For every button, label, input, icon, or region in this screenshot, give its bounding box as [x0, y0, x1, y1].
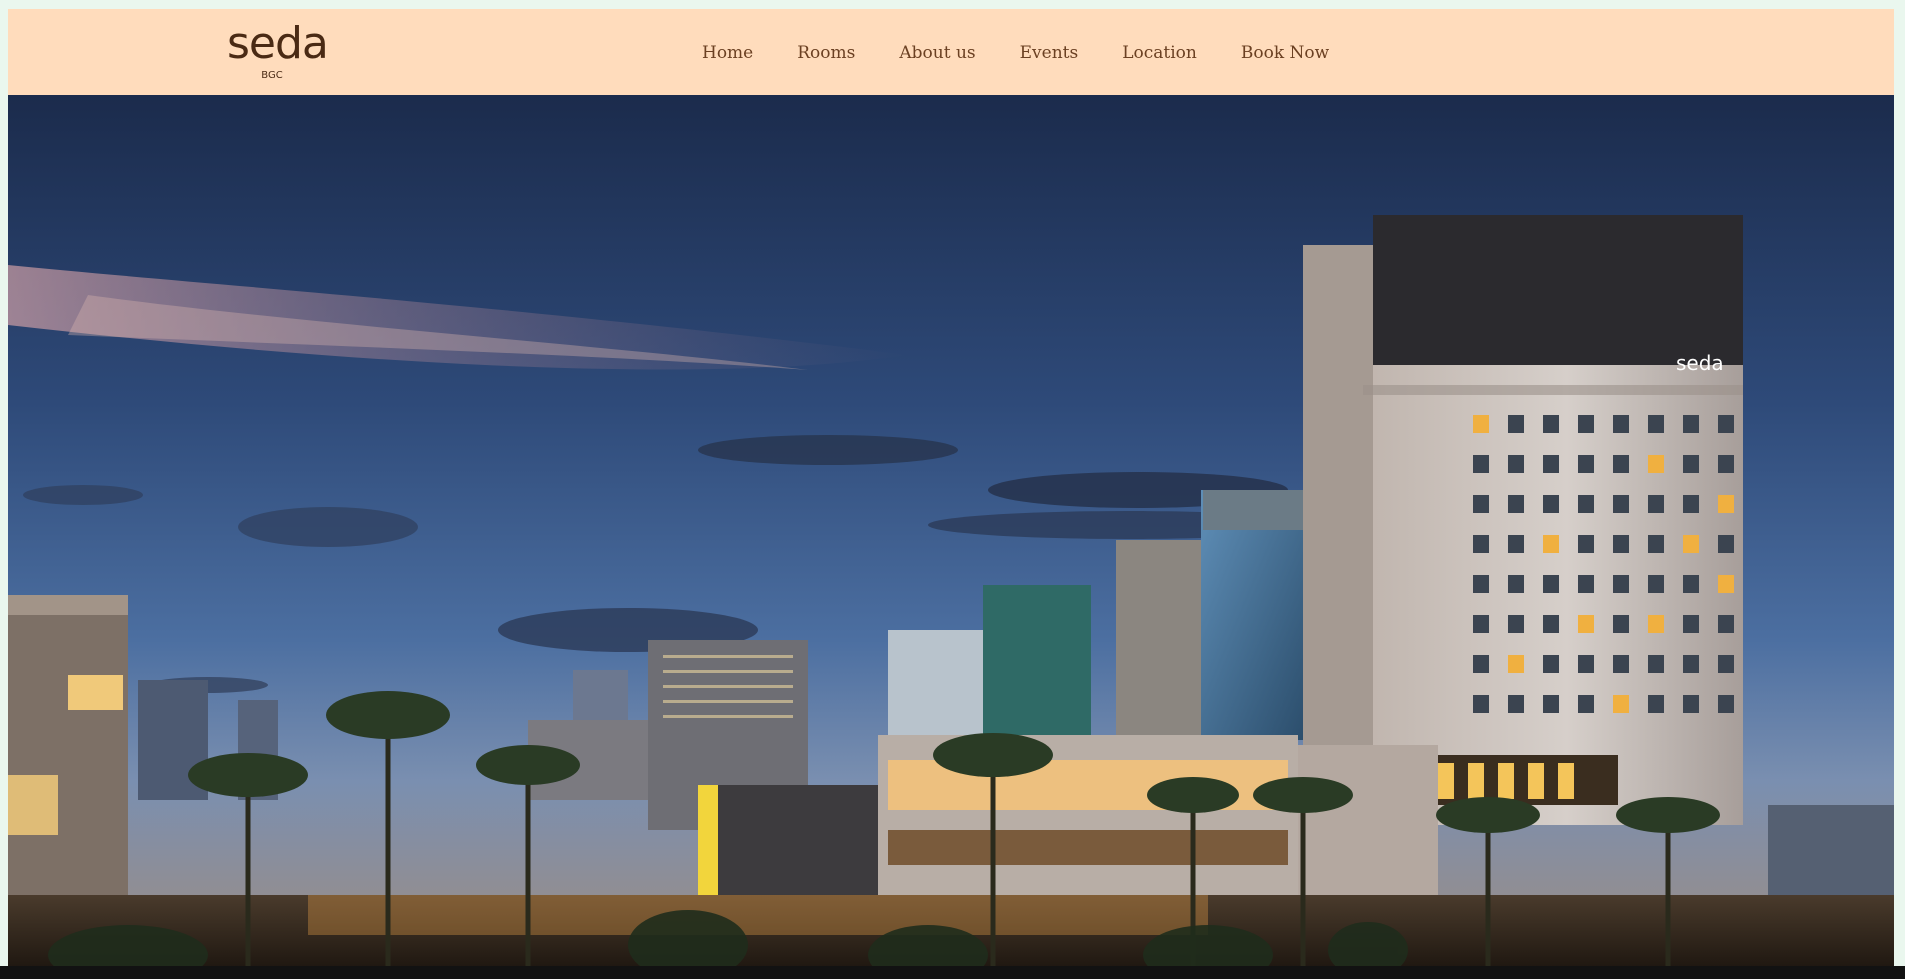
- seda-logo[interactable]: seda BGC: [227, 18, 329, 88]
- top-navbar: seda BGC Home Rooms About us Events Loca…: [8, 9, 1894, 95]
- hero-city-skyline: seda: [8, 95, 1894, 975]
- hero-image: seda: [8, 95, 1894, 975]
- page-frame: seda BGC Home Rooms About us Events Loca…: [8, 9, 1894, 975]
- nav-home[interactable]: Home: [680, 35, 775, 71]
- hotel-sign: seda: [1676, 351, 1724, 375]
- bottom-edge-strip: [0, 966, 1905, 979]
- nav-about[interactable]: About us: [877, 35, 997, 71]
- nav-rooms[interactable]: Rooms: [775, 35, 877, 71]
- main-menu: Home Rooms About us Events Location Book…: [680, 35, 1351, 71]
- nav-events[interactable]: Events: [998, 35, 1101, 71]
- nav-location[interactable]: Location: [1100, 35, 1219, 71]
- logo-wordmark: seda: [227, 18, 329, 69]
- logo-subtitle: BGC: [261, 70, 283, 81]
- nav-book-now[interactable]: Book Now: [1219, 35, 1351, 71]
